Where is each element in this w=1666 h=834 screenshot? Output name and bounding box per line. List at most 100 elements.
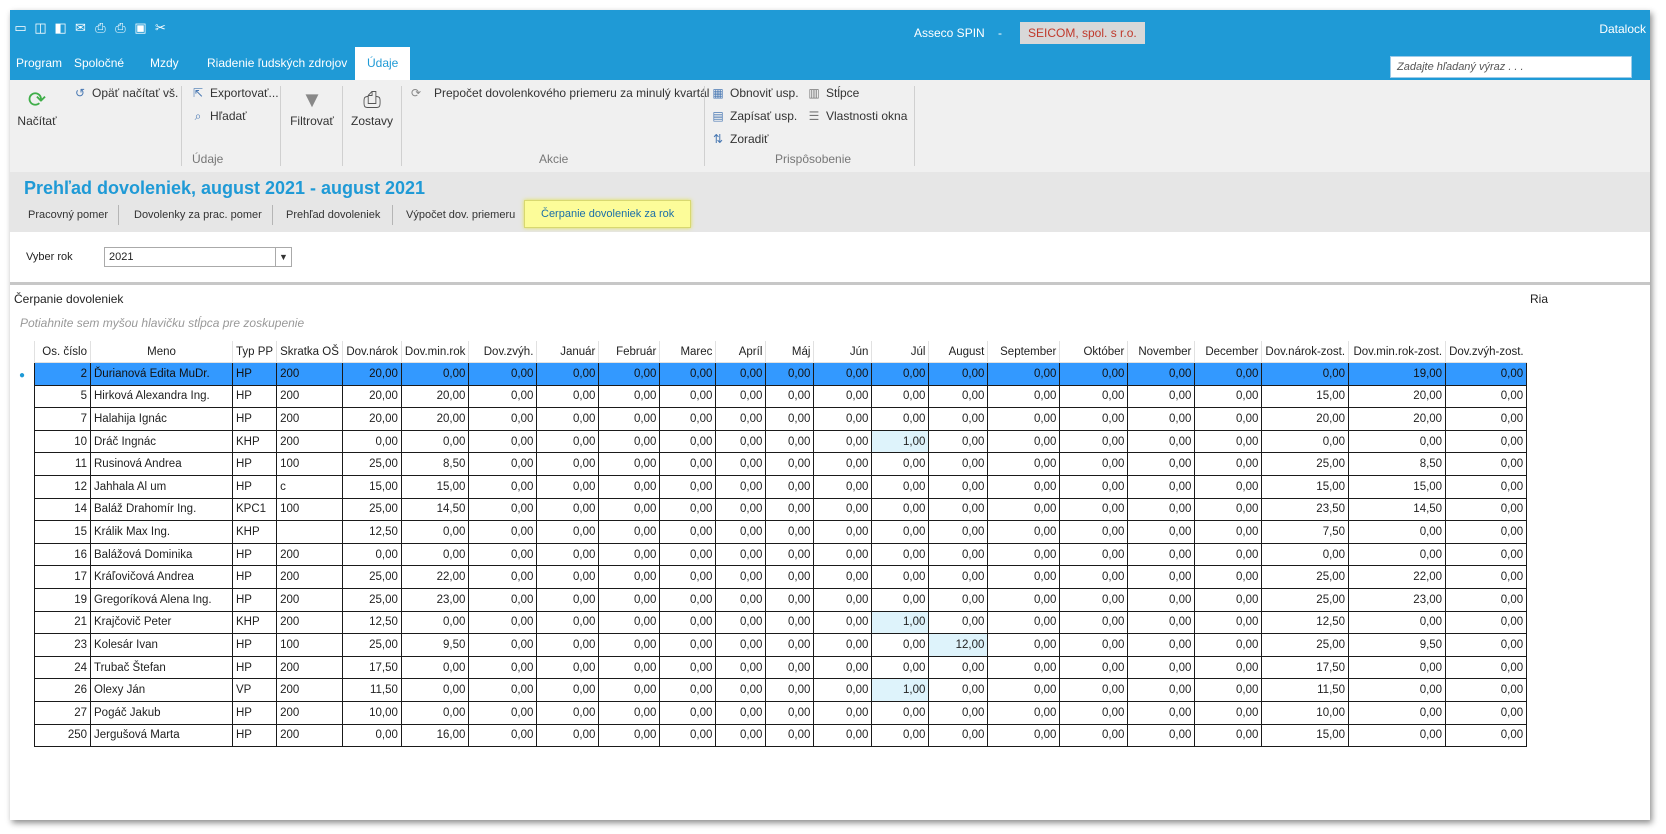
table-cell[interactable]: 0,00 bbox=[536, 452, 600, 476]
table-cell[interactable]: 20,00 bbox=[341, 384, 402, 409]
table-cell[interactable]: 0,00 bbox=[987, 587, 1061, 612]
table-cell[interactable]: 0,00 bbox=[871, 362, 930, 386]
table-cell[interactable]: 0,00 bbox=[1059, 610, 1129, 635]
table-cell[interactable]: 0,00 bbox=[1348, 678, 1447, 702]
table-cell[interactable]: HP bbox=[231, 565, 278, 589]
table-cell[interactable]: 20,00 bbox=[1348, 384, 1447, 409]
table-cell[interactable]: HP bbox=[231, 474, 278, 499]
table-cell[interactable]: 0,00 bbox=[928, 587, 989, 612]
table-cell[interactable]: 0,00 bbox=[928, 700, 989, 725]
table-cell[interactable]: 0,00 bbox=[1059, 429, 1129, 454]
table-cell[interactable]: 100 bbox=[276, 452, 343, 476]
table-cell[interactable]: 0,00 bbox=[1194, 474, 1263, 499]
column-header[interactable]: Január bbox=[536, 341, 599, 363]
table-cell[interactable]: 0,00 bbox=[1348, 655, 1447, 680]
table-cell[interactable]: 0,00 bbox=[1261, 542, 1350, 567]
table-cell[interactable]: 0,00 bbox=[928, 610, 989, 635]
table-cell[interactable]: 0,00 bbox=[1127, 384, 1196, 409]
table-cell[interactable]: 0,00 bbox=[1127, 520, 1196, 544]
table-cell[interactable]: 0,00 bbox=[928, 429, 989, 454]
table-cell[interactable]: 0,00 bbox=[765, 587, 815, 612]
table-cell[interactable]: 0,00 bbox=[715, 452, 767, 476]
table-cell[interactable]: 100 bbox=[276, 633, 343, 657]
table-cell[interactable]: 0,00 bbox=[598, 700, 661, 725]
table-cell[interactable]: Rusinová Andrea bbox=[90, 452, 233, 476]
table-cell[interactable]: 0,00 bbox=[1194, 678, 1263, 702]
table-cell[interactable]: 25,00 bbox=[341, 587, 402, 612]
table-cell[interactable]: 0,00 bbox=[659, 587, 717, 612]
table-cell[interactable]: 15,00 bbox=[341, 474, 402, 499]
menu-riadenie[interactable]: Riadenie ľudských zdrojov bbox=[201, 47, 353, 80]
table-cell[interactable]: 0,00 bbox=[765, 633, 815, 657]
table-cell[interactable]: 0,00 bbox=[659, 452, 717, 476]
table-cell[interactable]: 0,00 bbox=[536, 633, 600, 657]
table-cell[interactable]: 0,00 bbox=[468, 520, 538, 544]
table-cell[interactable]: 0,00 bbox=[1059, 407, 1129, 431]
table-cell[interactable]: 23,50 bbox=[1261, 497, 1350, 522]
table-cell[interactable]: 0,00 bbox=[536, 723, 600, 748]
table-cell[interactable]: 0,00 bbox=[987, 542, 1061, 567]
table-cell[interactable]: 0,00 bbox=[715, 520, 767, 544]
table-cell[interactable]: 25,00 bbox=[1261, 633, 1350, 657]
table-cell[interactable]: 0,00 bbox=[987, 452, 1061, 476]
table-cell[interactable]: 200 bbox=[276, 723, 343, 748]
table-cell[interactable]: 0,00 bbox=[765, 452, 815, 476]
table-cell[interactable]: 0,00 bbox=[813, 678, 873, 702]
tab-dovolenky[interactable]: Dovolenky za prac. pomer bbox=[132, 203, 264, 227]
table-cell[interactable]: 0,00 bbox=[1059, 384, 1129, 409]
table-cell[interactable]: 19,00 bbox=[1348, 362, 1447, 386]
table-cell[interactable]: Gregoríková Alena Ing. bbox=[90, 587, 233, 612]
export-icon[interactable]: ▣ bbox=[132, 19, 149, 36]
column-header[interactable]: Máj bbox=[765, 341, 814, 363]
search-input[interactable]: Zadajte hľadaný výraz . . . bbox=[1390, 56, 1632, 78]
table-cell[interactable]: 9,50 bbox=[400, 633, 470, 657]
table-cell[interactable]: 0,00 bbox=[659, 362, 717, 386]
table-cell[interactable]: 25,00 bbox=[341, 633, 402, 657]
table-cell[interactable]: 0,00 bbox=[659, 565, 717, 589]
table-row[interactable]: 14 Baláž Drahomír Ing. KPC1 100 25,00 14,50 0,… bbox=[34, 497, 1528, 522]
table-cell[interactable]: 0,00 bbox=[1127, 678, 1196, 702]
table-cell[interactable]: 0,00 bbox=[1445, 497, 1528, 522]
table-cell[interactable]: 23,00 bbox=[1348, 587, 1447, 612]
table-cell[interactable]: HP bbox=[231, 407, 278, 431]
table-cell[interactable]: 0,00 bbox=[987, 678, 1061, 702]
table-cell[interactable]: 0,00 bbox=[813, 565, 873, 589]
table-cell[interactable]: 0,00 bbox=[987, 565, 1061, 589]
table-cell[interactable]: 200 bbox=[276, 700, 343, 725]
table-cell[interactable]: 0,00 bbox=[813, 655, 873, 680]
table-cell[interactable]: 8,50 bbox=[400, 452, 470, 476]
table-cell[interactable]: 0,00 bbox=[400, 610, 470, 635]
table-cell[interactable]: 0,00 bbox=[400, 520, 470, 544]
table-cell[interactable]: 0,00 bbox=[1348, 700, 1447, 725]
column-header[interactable]: Február bbox=[598, 341, 660, 363]
table-cell[interactable]: 21 bbox=[34, 610, 91, 635]
table-cell[interactable]: Pogáč Jakub bbox=[90, 700, 233, 725]
table-row[interactable]: 19 Gregoríková Alena Ing. HP 200 25,00 23,00 0… bbox=[34, 587, 1528, 612]
table-cell[interactable]: 0,00 bbox=[928, 655, 989, 680]
table-cell[interactable]: Halahija Ignác bbox=[90, 407, 233, 431]
table-cell[interactable]: 0,00 bbox=[598, 407, 661, 431]
table-cell[interactable]: 0,00 bbox=[1348, 723, 1447, 748]
table-cell[interactable]: 0,00 bbox=[1194, 700, 1263, 725]
table-cell[interactable]: 0,00 bbox=[987, 497, 1061, 522]
table-cell[interactable]: 9,50 bbox=[1348, 633, 1447, 657]
table-cell[interactable]: 0,00 bbox=[468, 678, 538, 702]
table-cell[interactable]: 0,00 bbox=[598, 723, 661, 748]
column-header[interactable]: Október bbox=[1059, 341, 1128, 363]
table-cell[interactable]: Hirková Alexandra Ing. bbox=[90, 384, 233, 409]
table-cell[interactable]: HP bbox=[231, 587, 278, 612]
table-cell[interactable]: 0,00 bbox=[400, 655, 470, 680]
table-cell[interactable]: 200 bbox=[276, 655, 343, 680]
column-header[interactable]: Júl bbox=[871, 341, 929, 363]
column-header[interactable]: Dov.zvýh-zost. bbox=[1445, 341, 1527, 363]
table-cell[interactable]: 0,00 bbox=[400, 678, 470, 702]
stlpce-button[interactable]: ▥ Stĺpce bbox=[806, 86, 859, 100]
column-header[interactable]: September bbox=[987, 341, 1060, 363]
table-cell[interactable]: 0,00 bbox=[987, 723, 1061, 748]
table-cell[interactable]: 0,00 bbox=[1059, 587, 1129, 612]
table-cell[interactable]: 0,00 bbox=[1194, 633, 1263, 657]
table-cell[interactable]: 0,00 bbox=[1059, 362, 1129, 386]
tab-cerpanie[interactable]: Čerpanie dovoleniek za rok bbox=[524, 200, 692, 228]
table-cell[interactable]: 0,00 bbox=[1445, 587, 1528, 612]
year-select[interactable]: 2021 ▼ bbox=[104, 247, 292, 267]
